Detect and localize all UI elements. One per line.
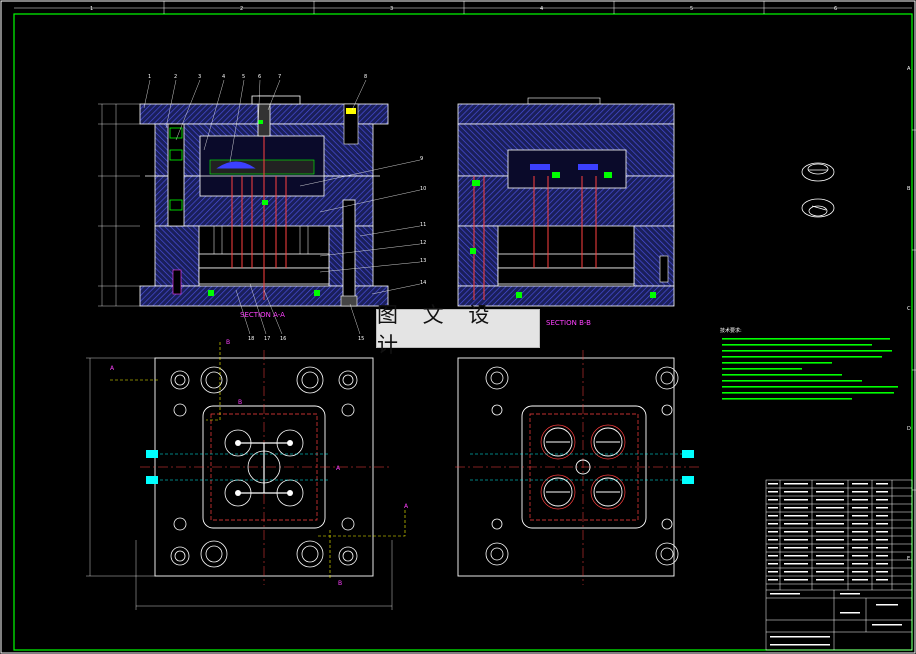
border-mark-2: 2 <box>240 6 243 12</box>
part-no-18: 18 <box>248 336 254 342</box>
border-mark-6: 6 <box>834 6 837 12</box>
plan-view-moving-half: B B B A A A <box>86 339 409 610</box>
cut-mark-a-center: A <box>336 465 341 472</box>
plan-view-fixed-half <box>455 350 700 585</box>
cut-mark-b-bottom: B <box>338 580 342 587</box>
border-mark-E: E <box>907 556 910 562</box>
border-mark-1: 1 <box>90 6 93 12</box>
border-mark-C: C <box>907 306 911 312</box>
part-no-7: 7 <box>278 74 281 80</box>
part-isometric-icons <box>801 162 835 218</box>
border-mark-B: B <box>907 186 911 192</box>
part-no-1: 1 <box>148 74 151 80</box>
part-no-16: 16 <box>280 336 286 342</box>
part-no-17: 17 <box>264 336 270 342</box>
part-no-2: 2 <box>174 74 177 80</box>
border-mark-D: D <box>907 426 911 432</box>
notes-title: 技术要求: <box>720 327 742 334</box>
part-no-13: 13 <box>420 258 426 264</box>
part-no-10: 10 <box>420 186 426 192</box>
part-no-11: 11 <box>420 222 426 228</box>
title-block-text-strokes <box>768 483 902 646</box>
border-mark-A: A <box>907 66 911 72</box>
part-no-15: 15 <box>358 336 364 342</box>
cut-mark-a-left: A <box>110 365 115 372</box>
part-no-14: 14 <box>420 280 426 286</box>
border-mark-3: 3 <box>390 6 393 12</box>
cut-mark-a-right: A <box>404 503 409 510</box>
cut-mark-b-mid: B <box>238 399 242 406</box>
section-aa-label: SECTION A-A <box>240 311 285 319</box>
part-no-3: 3 <box>198 74 201 80</box>
border-mark-5: 5 <box>690 6 693 12</box>
cut-mark-b-top: B <box>226 339 230 346</box>
part-no-6: 6 <box>258 74 261 80</box>
border-mark-4: 4 <box>540 6 543 12</box>
technical-notes: 技术要求: <box>720 327 898 400</box>
part-no-5: 5 <box>242 74 245 80</box>
part-no-4: 4 <box>222 74 225 80</box>
section-bb-view: SECTION B-B <box>457 97 675 327</box>
part-no-8: 8 <box>364 74 367 80</box>
part-no-9: 9 <box>420 156 423 162</box>
part-no-12: 12 <box>420 240 426 246</box>
watermark-stamp: 图 文 设 计 <box>376 303 540 357</box>
section-bb-label: SECTION B-B <box>546 319 591 327</box>
